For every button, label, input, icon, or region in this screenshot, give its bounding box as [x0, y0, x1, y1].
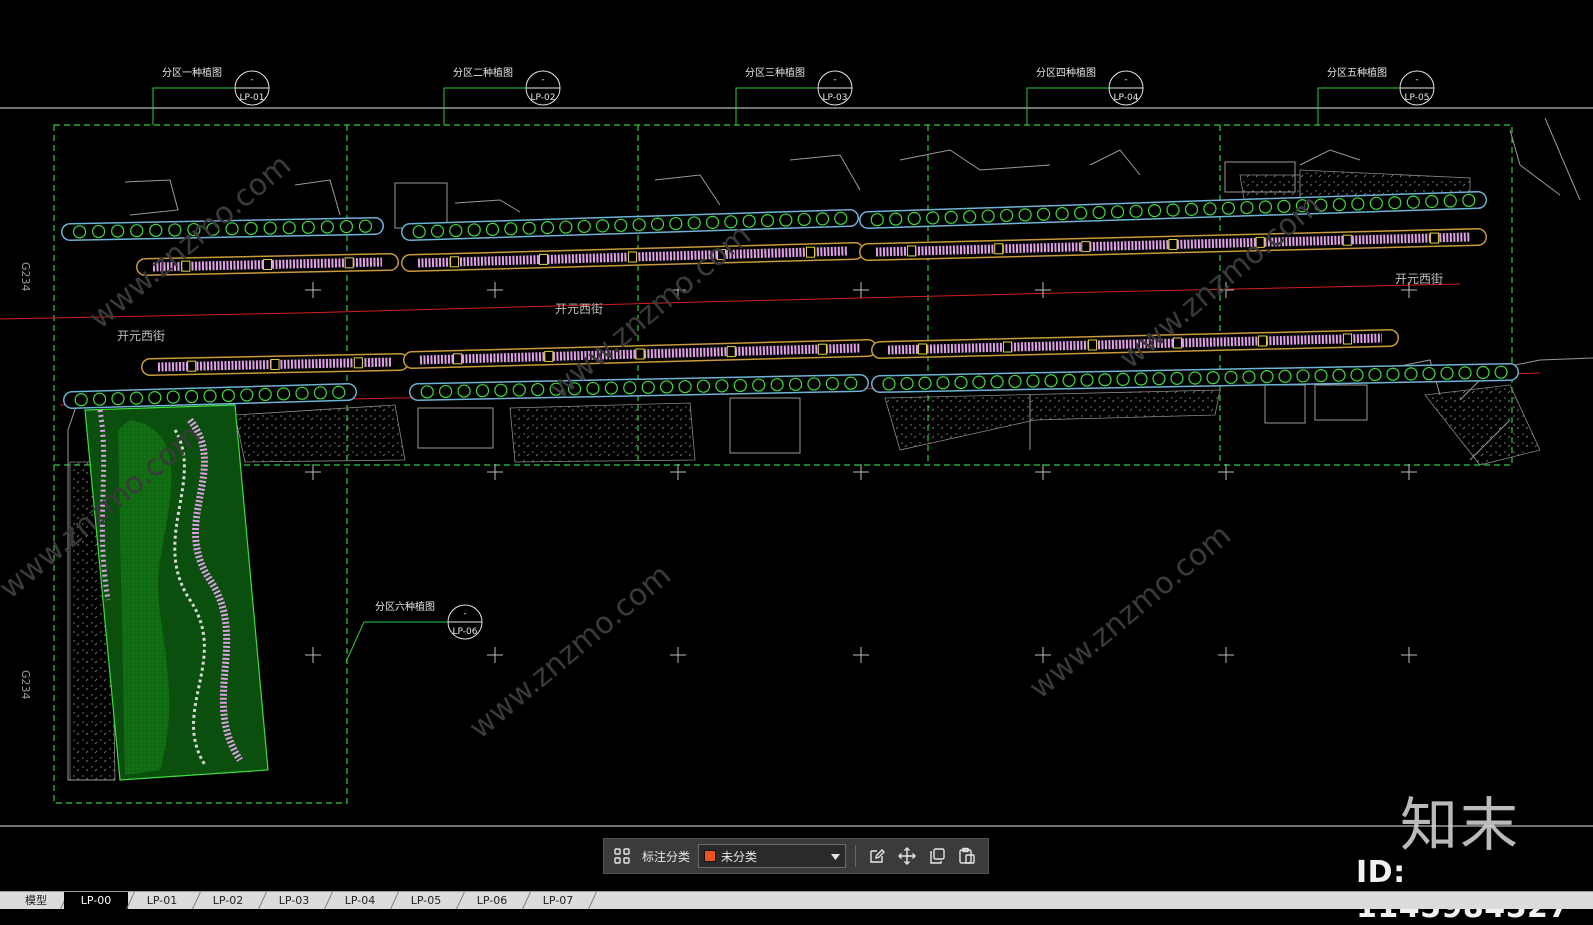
layout-tab[interactable]: LP-02 [196, 892, 260, 909]
planter-bed [859, 228, 1487, 261]
layout-tab[interactable]: LP-07 [526, 892, 590, 909]
edit-icon[interactable] [865, 844, 889, 868]
road-label: G234 [19, 262, 32, 292]
sheet-callout: 分区三种植图 LP-03 - [735, 66, 853, 125]
street-label: 开元西街 [1395, 272, 1443, 286]
road-centerline [0, 283, 1461, 320]
zone-title: 分区六种植图 [375, 600, 435, 613]
svg-text:www.znzmo.com: www.znzmo.com [1023, 518, 1238, 707]
layout-tab[interactable]: 模型 [10, 892, 62, 909]
sheet-callout: 分区四种植图 LP-04 - [1026, 66, 1144, 125]
planter-bed [141, 353, 409, 376]
category-select[interactable]: 未分类 [698, 844, 847, 868]
watermark-id: ID: 1145984527 [1356, 855, 1569, 925]
category-color-swatch [704, 850, 717, 862]
callout-dash: - [1124, 75, 1127, 85]
planter-bed [401, 242, 864, 272]
callout-dash: - [463, 609, 466, 619]
planter-bed [403, 339, 877, 369]
annotation-toolbar: 标注分类 未分类 [603, 838, 989, 874]
toolbar-separator [855, 845, 857, 867]
sheet-code: LP-01 [240, 93, 265, 103]
sheet-code: LP-04 [1114, 93, 1139, 103]
watermark-logo: 知末 [1400, 791, 1521, 859]
tree-row [401, 209, 859, 241]
tree-row [409, 374, 869, 401]
tree-row [871, 363, 1519, 393]
layout-tab-bar: 模型 LP-00 LP-01 LP-02 LP-03 LP-04 LP-05 LP-06 LP-… [0, 891, 1593, 909]
sheet-code: LP-06 [453, 627, 478, 637]
move-icon[interactable] [895, 844, 919, 868]
callout-dash: - [833, 75, 836, 85]
callout-dash: - [1415, 75, 1418, 85]
street-label: 开元西街 [117, 329, 165, 343]
sheet-callout: 分区二种植图 LP-02 - [443, 66, 561, 125]
copy-icon[interactable] [925, 844, 949, 868]
chevron-down-icon [831, 849, 841, 863]
street-label: 开元西街 [555, 302, 603, 316]
layout-tab[interactable]: LP-03 [262, 892, 326, 909]
paste-icon[interactable] [955, 844, 979, 868]
zone-title: 分区四种植图 [1036, 66, 1096, 79]
tree-row [63, 383, 357, 409]
layout-tab[interactable]: LP-05 [394, 892, 458, 909]
sheet-code: LP-05 [1405, 93, 1430, 103]
sheet-code: LP-02 [531, 93, 556, 103]
layout-tab[interactable]: LP-04 [328, 892, 392, 909]
road-label: G234 [19, 670, 32, 700]
layout-tab[interactable]: LP-06 [460, 892, 524, 909]
cad-drawing[interactable]: 分区一种植图LP-01-分区二种植图LP-02-分区三种植图LP-03-分区四种… [0, 0, 1593, 891]
grid-icon[interactable] [610, 844, 634, 868]
svg-text:www.znzmo.com: www.znzmo.com [83, 148, 298, 337]
sheet-callout: 分区一种植图 LP-01 - [152, 66, 270, 125]
layout-tab[interactable]: LP-01 [130, 892, 194, 909]
sheet-callout: 分区五种植图 LP-05 - [1317, 66, 1435, 125]
callout-dash: - [250, 75, 253, 85]
zone-title: 分区二种植图 [453, 66, 513, 79]
zone-title: 分区五种植图 [1327, 66, 1387, 79]
zone-title: 分区一种植图 [162, 66, 222, 79]
layout-tab[interactable]: LP-00 [64, 892, 128, 909]
cad-model-canvas[interactable]: 分区一种植图 LP-01- 分区二种植图 LP-02- 分区三种植图 LP-03- 分区四种… [0, 0, 1593, 891]
sheet-code: LP-03 [823, 93, 848, 103]
category-label: 标注分类 [642, 849, 691, 864]
tree-row [859, 191, 1487, 229]
zone-title: 分区三种植图 [745, 66, 805, 79]
callout-dash: - [541, 75, 544, 85]
sheet-callout: 分区六种植图 LP-06 - [345, 600, 483, 663]
category-value: 未分类 [721, 849, 758, 864]
